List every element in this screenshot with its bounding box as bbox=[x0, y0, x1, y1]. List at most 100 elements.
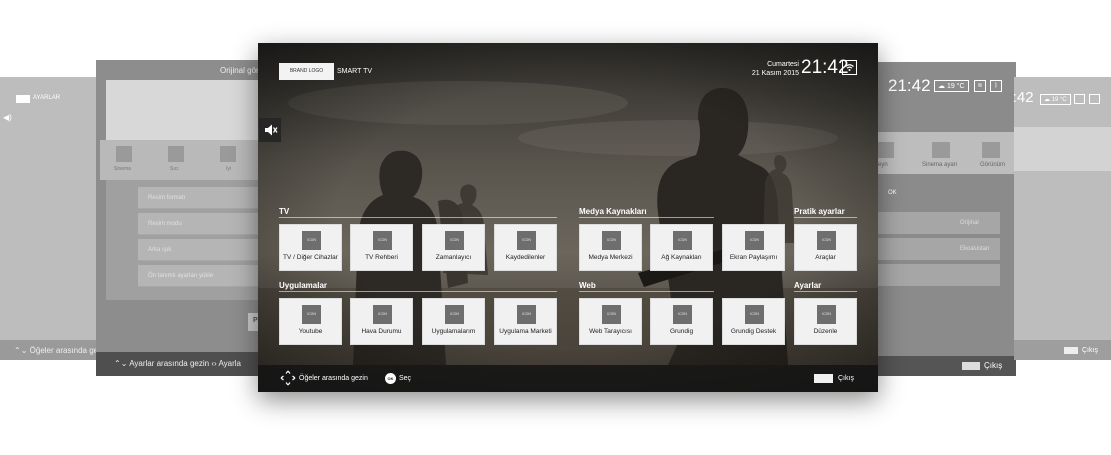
date-day: Cumartesi bbox=[767, 61, 799, 68]
background-screen-right: 21:42 ☁ 19 °C ≋ ᛒ ...veyn Sinema ayarı G… bbox=[856, 62, 1016, 376]
date-full: 21 Kasım 2015 bbox=[751, 70, 799, 77]
tile-label: Ağ Kaynakları bbox=[661, 254, 702, 261]
section-title-settings: Ayarlar bbox=[794, 281, 822, 290]
tile-tv-other-devices[interactable]: ICON TV / Diğer Cihazlar bbox=[279, 224, 342, 271]
tile-grundig-support[interactable]: ICON Grundig Destek bbox=[722, 298, 785, 345]
tile-label: Düzenle bbox=[813, 328, 838, 335]
bluetooth-icon bbox=[1089, 94, 1100, 104]
tab-icon bbox=[168, 146, 184, 162]
tab-icon bbox=[982, 142, 1000, 158]
timer-icon: ICON bbox=[445, 231, 464, 250]
clock: 21:42 bbox=[1014, 89, 1034, 106]
tile-label: Youtube bbox=[298, 328, 323, 335]
exit-key-icon bbox=[962, 362, 980, 370]
tile-label: Zamanlayıcı bbox=[435, 254, 472, 261]
settings-row: Orijinal bbox=[876, 212, 1000, 234]
settings-row: Ekoasistan bbox=[876, 238, 1000, 260]
footer-text: ⌃⌄ Ayarlar arasında gezin ‹› Ayarla bbox=[114, 359, 241, 368]
tile-edit[interactable]: ICON Düzenle bbox=[794, 298, 857, 345]
tile-label: Web Tarayıcısı bbox=[589, 328, 632, 335]
section-divider bbox=[279, 217, 557, 218]
tile-label: Hava Durumu bbox=[361, 328, 402, 335]
tile-label: Grundig bbox=[669, 328, 694, 335]
tab-icon bbox=[932, 142, 950, 158]
mute-icon[interactable] bbox=[259, 118, 281, 142]
section-title-tv: TV bbox=[279, 207, 290, 216]
tile-label: Uygulamalarım bbox=[431, 328, 476, 335]
bluetooth-icon: ᛒ bbox=[990, 80, 1002, 92]
exit-key-icon bbox=[814, 374, 833, 383]
grundig-icon: ICON bbox=[673, 305, 692, 324]
section-title-media: Medya Kaynakları bbox=[579, 207, 647, 216]
wifi-icon bbox=[1074, 94, 1085, 104]
weather-icon: ICON bbox=[373, 305, 392, 324]
settings-list-item: Resim modu bbox=[138, 213, 268, 235]
settings-list-item: Ön tanımlı ayarları yükle bbox=[138, 265, 268, 287]
brand-label: AYARLAR bbox=[33, 95, 61, 101]
tab-icon bbox=[220, 146, 236, 162]
footer-bar: Öğeler arasında gezin OK Seç Çıkış bbox=[258, 365, 878, 392]
ok-label: OK bbox=[888, 190, 897, 196]
web-browser-icon: ICON bbox=[602, 305, 621, 324]
tile-screen-sharing[interactable]: ICON Ekran Paylaşımı bbox=[722, 224, 785, 271]
weather-badge: ☁ 19 °C bbox=[1040, 94, 1071, 105]
exit-button[interactable]: Çıkış bbox=[838, 375, 854, 382]
tile-my-apps[interactable]: ICON Uygulamalarım bbox=[422, 298, 485, 345]
tile-timer[interactable]: ICON Zamanlayıcı bbox=[422, 224, 485, 271]
tab-label: Sinema bbox=[114, 166, 131, 172]
ok-button-icon: OK bbox=[385, 373, 396, 384]
app-market-icon: ICON bbox=[517, 305, 536, 324]
footer-select-hint: Seç bbox=[399, 375, 412, 382]
network-sources-icon: ICON bbox=[673, 231, 692, 250]
clock: 21:42 bbox=[888, 76, 931, 95]
preview-area bbox=[106, 80, 268, 140]
exit-label: Çıkış bbox=[984, 361, 1003, 370]
my-apps-icon: ICON bbox=[445, 305, 464, 324]
section-title-web: Web bbox=[579, 281, 596, 290]
exit-key-icon bbox=[1064, 347, 1078, 354]
settings-list-item: Resim formatı bbox=[138, 187, 268, 209]
section-divider bbox=[279, 291, 557, 292]
tile-web-browser[interactable]: ICON Web Tarayıcısı bbox=[579, 298, 642, 345]
section-divider bbox=[794, 217, 857, 218]
section-title-apps: Uygulamalar bbox=[279, 281, 328, 290]
tile-tools[interactable]: ICON Araçlar bbox=[794, 224, 857, 271]
brand-logo-small bbox=[16, 95, 30, 103]
stage: AYARLAR ◀) ⌃⌄ Öğeler arasında gezin Orij… bbox=[0, 0, 1111, 455]
edit-icon: ICON bbox=[817, 305, 836, 324]
tile-weather[interactable]: ICON Hava Durumu bbox=[350, 298, 413, 345]
footer-text: ⌃⌄ Öğeler arasında gezin bbox=[14, 346, 109, 355]
dpad-navigation-icon bbox=[280, 370, 296, 386]
tab-label: Görünüm bbox=[980, 162, 1006, 168]
tv-devices-icon: ICON bbox=[302, 231, 321, 250]
tile-grundig[interactable]: ICON Grundig bbox=[650, 298, 713, 345]
tile-label: Grundig Destek bbox=[730, 328, 777, 335]
youtube-icon: ICON bbox=[302, 305, 321, 324]
tile-label: TV Rehberi bbox=[365, 254, 398, 261]
section-divider bbox=[794, 291, 857, 292]
brand-logo: BRAND LOGO bbox=[279, 63, 334, 80]
tab-icon bbox=[116, 146, 132, 162]
tab-label: Iyi bbox=[226, 166, 231, 172]
brand-name: SMART TV bbox=[337, 68, 373, 75]
tv-guide-icon: ICON bbox=[373, 231, 392, 250]
tile-tv-guide[interactable]: ICON TV Rehberi bbox=[350, 224, 413, 271]
tile-label: Araçlar bbox=[815, 254, 836, 261]
background-screen-settings: Orijinal görün Sinema Sıcı Iyi Resim for… bbox=[96, 60, 268, 376]
weather-badge: ☁ 19 °C bbox=[934, 80, 969, 92]
tile-label: Medya Merkezi bbox=[588, 254, 633, 261]
tile-label: Kaydedilenler bbox=[505, 254, 546, 261]
wifi-icon[interactable] bbox=[842, 60, 857, 75]
tile-media-center[interactable]: ICON Medya Merkezi bbox=[579, 224, 642, 271]
settings-list-item: Arka ışık bbox=[138, 239, 268, 261]
tile-network-sources[interactable]: ICON Ağ Kaynakları bbox=[650, 224, 713, 271]
footer-navigate-hint: Öğeler arasında gezin bbox=[299, 375, 368, 382]
tile-app-market[interactable]: ICON Uygulama Marketi bbox=[494, 298, 557, 345]
section-title-quick-settings: Pratik ayarlar bbox=[794, 207, 845, 216]
media-center-icon: ICON bbox=[602, 231, 621, 250]
tile-youtube[interactable]: ICON Youtube bbox=[279, 298, 342, 345]
tile-recordings[interactable]: ICON Kaydedilenler bbox=[494, 224, 557, 271]
recordings-icon: ICON bbox=[517, 231, 536, 250]
exit-label: Çıkış bbox=[1082, 347, 1098, 354]
smart-tv-home-screen: BRAND LOGO SMART TV Cumartesi 21 Kasım 2… bbox=[258, 43, 878, 392]
